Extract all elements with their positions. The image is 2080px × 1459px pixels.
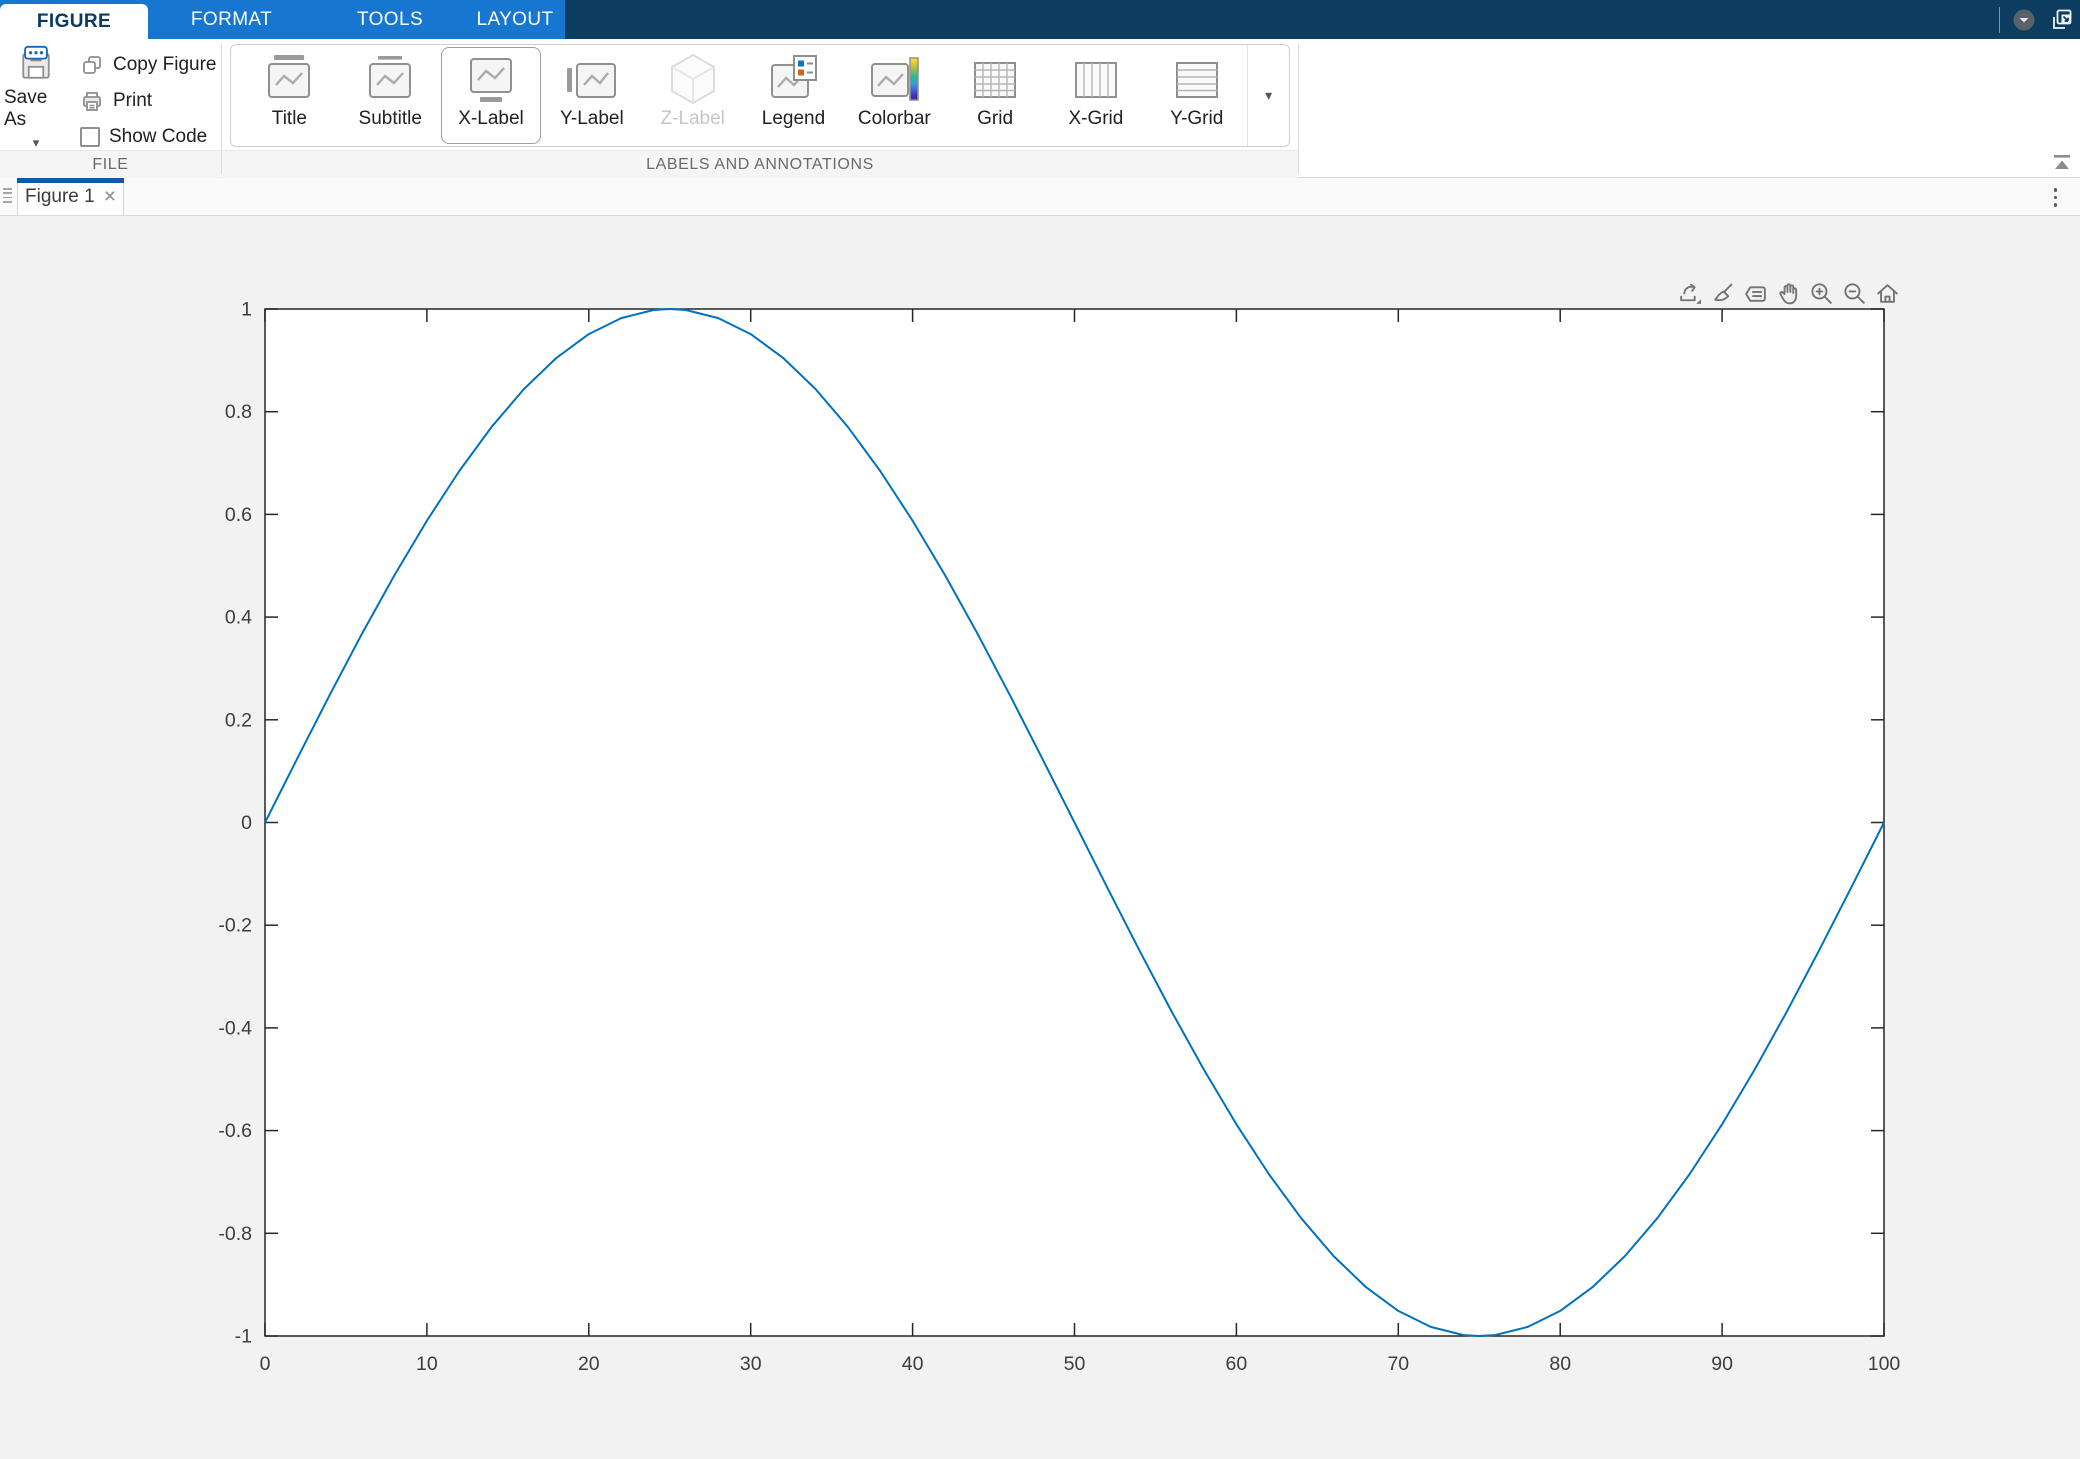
grid-button[interactable]: Grid (945, 47, 1046, 144)
file-section-label: FILE (0, 150, 221, 178)
tab-figure[interactable]: FIGURE (0, 4, 148, 39)
legend-icon (765, 52, 821, 108)
svg-text:-0.8: -0.8 (218, 1223, 252, 1245)
tab-tools[interactable]: TOOLS (315, 0, 465, 39)
svg-text:0: 0 (241, 812, 252, 834)
svg-text:-0.2: -0.2 (218, 915, 252, 937)
zoom-out-icon (1841, 280, 1868, 307)
z-label-button[interactable]: Z-Label (642, 47, 743, 144)
save-as-dropdown-icon[interactable]: ▾ (33, 137, 40, 149)
figure-canvas: 0102030405060708090100-1-0.8-0.6-0.4-0.2… (0, 216, 2080, 1459)
matlab-figure-window: FIGURE FORMAT TOOLS LAYOUT (0, 0, 2080, 1459)
svg-text:40: 40 (902, 1353, 924, 1375)
collapse-toolstrip-button[interactable] (2012, 8, 2036, 32)
active-tab-accent (17, 178, 124, 183)
labels-annotations-section: Title Subtitle X-Lab (222, 39, 1298, 178)
pan-hand-icon (1775, 280, 1802, 307)
figure-tab[interactable]: Figure 1 × (17, 178, 124, 215)
file-section: Save As ▾ Copy Figure Print (0, 39, 221, 178)
legend-button[interactable]: Legend (743, 47, 844, 144)
brush-button[interactable] (1709, 280, 1736, 307)
svg-text:90: 90 (1711, 1353, 1733, 1375)
axes-toolbar (1676, 280, 1901, 307)
titlebar-separator (1999, 7, 2000, 33)
popout-icon (2048, 7, 2074, 33)
document-tabbar: Figure 1 × (0, 178, 2080, 216)
collapse-ribbon-icon (2050, 153, 2074, 173)
ribbon-divider (1298, 44, 1299, 174)
svg-text:0.6: 0.6 (225, 504, 252, 526)
svg-text:1: 1 (241, 299, 252, 321)
grid-icon (967, 52, 1023, 108)
colorbar-icon (866, 52, 922, 108)
save-as-button[interactable]: Save As ▾ (4, 45, 68, 149)
svg-text:100: 100 (1868, 1353, 1901, 1375)
restore-view-button[interactable] (1874, 280, 1901, 307)
chevron-down-icon: ▾ (1265, 87, 1272, 104)
save-as-icon (14, 45, 58, 85)
subtitle-icon (362, 52, 418, 108)
print-button[interactable]: Print (80, 88, 152, 114)
zoom-in-button[interactable] (1808, 280, 1835, 307)
z-label-icon (665, 52, 721, 108)
popout-button[interactable] (2048, 7, 2074, 33)
chevron-down-circle-icon (2012, 8, 2036, 32)
titlebar: FIGURE FORMAT TOOLS LAYOUT (0, 0, 2080, 39)
zoom-out-button[interactable] (1841, 280, 1868, 307)
gallery-dropdown-button[interactable]: ▾ (1247, 45, 1289, 146)
datatips-button[interactable] (1742, 280, 1769, 307)
svg-text:20: 20 (578, 1353, 600, 1375)
labels-gallery: Title Subtitle X-Lab (230, 44, 1290, 147)
tab-layout[interactable]: LAYOUT (465, 0, 565, 39)
subtitle-button[interactable]: Subtitle (340, 47, 441, 144)
svg-text:70: 70 (1387, 1353, 1409, 1375)
svg-text:80: 80 (1549, 1353, 1571, 1375)
y-label-button[interactable]: Y-Label (541, 47, 642, 144)
datatips-icon (1742, 280, 1769, 307)
print-icon (80, 89, 104, 113)
ribbon: Save As ▾ Copy Figure Print (0, 39, 2080, 178)
export-button[interactable] (1676, 280, 1703, 307)
tab-format[interactable]: FORMAT (148, 0, 315, 39)
title-icon (261, 52, 317, 108)
svg-text:30: 30 (740, 1353, 762, 1375)
svg-text:10: 10 (416, 1353, 438, 1375)
export-icon (1676, 280, 1703, 307)
toolstrip-tabs: FIGURE FORMAT TOOLS LAYOUT (0, 0, 565, 39)
colorbar-button[interactable]: Colorbar (844, 47, 945, 144)
home-icon (1874, 280, 1901, 307)
svg-text:0.4: 0.4 (225, 607, 252, 629)
svg-text:0.8: 0.8 (225, 401, 252, 423)
title-button[interactable]: Title (239, 47, 340, 144)
svg-text:-1: -1 (235, 1326, 252, 1348)
y-label-icon (564, 52, 620, 108)
x-label-button[interactable]: X-Label (441, 47, 542, 144)
collapse-ribbon-button[interactable] (2050, 153, 2074, 173)
svg-text:60: 60 (1226, 1353, 1248, 1375)
labels-section-label: LABELS AND ANNOTATIONS (222, 150, 1298, 178)
show-code-toggle[interactable]: Show Code (80, 124, 207, 150)
svg-text:0.2: 0.2 (225, 709, 252, 731)
brush-icon (1709, 280, 1736, 307)
y-grid-button[interactable]: Y-Grid (1146, 47, 1247, 144)
tab-options-menu-icon[interactable] (2051, 185, 2061, 210)
zoom-in-icon (1808, 280, 1835, 307)
drag-grip-icon[interactable] (3, 188, 12, 203)
svg-text:-0.6: -0.6 (218, 1120, 252, 1142)
close-icon[interactable]: × (104, 187, 116, 207)
svg-text:50: 50 (1064, 1353, 1086, 1375)
y-grid-icon (1169, 52, 1225, 108)
show-code-checkbox[interactable] (80, 127, 100, 147)
pan-button[interactable] (1775, 280, 1802, 307)
svg-text:0: 0 (260, 1353, 271, 1375)
copy-icon (80, 53, 104, 77)
sine-plot: 0102030405060708090100-1-0.8-0.6-0.4-0.2… (0, 216, 2080, 1459)
copy-figure-button[interactable]: Copy Figure (80, 52, 217, 78)
x-grid-button[interactable]: X-Grid (1046, 47, 1147, 144)
x-grid-icon (1068, 52, 1124, 108)
svg-text:-0.4: -0.4 (218, 1017, 252, 1039)
x-label-icon (463, 52, 519, 108)
